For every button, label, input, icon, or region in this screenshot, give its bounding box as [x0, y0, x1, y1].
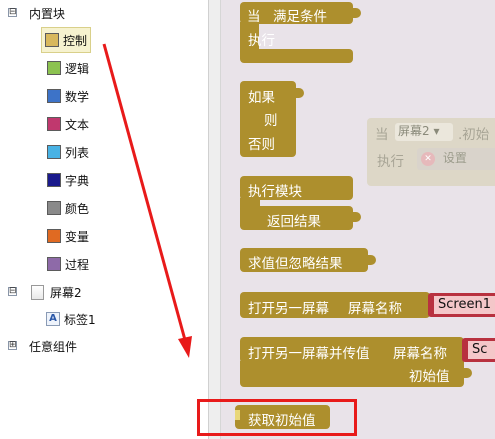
procedures-swatch-icon: [47, 257, 61, 271]
screen-name-text-block[interactable]: Screen1: [428, 293, 495, 317]
math-label: 数学: [65, 89, 90, 104]
label-component-icon: A: [46, 312, 60, 326]
any-component-label: 任意组件: [29, 339, 78, 354]
tree-item-any-component[interactable]: 任意组件: [29, 336, 77, 356]
while-input-tab: [353, 8, 361, 18]
blocks-tree-panel: ⊟ 内置块 控制 逻辑 数学 文本 列表 字典 颜色 变量 过程 ⊟ 屏幕2 A…: [0, 0, 208, 439]
tree-item-logic[interactable]: 逻辑: [47, 58, 89, 78]
tree-item-math[interactable]: 数学: [47, 86, 89, 106]
screen-icon: [31, 284, 44, 300]
ghost-exec-label: 执行: [377, 154, 404, 170]
screen-name-text-block-2[interactable]: Sc: [462, 338, 495, 362]
lists-label: 列表: [65, 145, 90, 160]
procedures-label: 过程: [65, 257, 90, 272]
eval-ignore-label: 求值但忽略结果: [248, 256, 343, 272]
while-condition-label: 满足条件: [273, 9, 327, 25]
ghost-set-label: 设置: [442, 151, 467, 165]
tree-item-colors[interactable]: 颜色: [47, 198, 89, 218]
while-bottom: [240, 49, 353, 63]
screen-name-label-2: 屏幕名称: [393, 346, 447, 362]
logic-label: 逻辑: [65, 61, 90, 76]
dictionary-label: 字典: [65, 173, 90, 188]
while-exec-label: 执行: [248, 33, 275, 49]
dictionary-swatch-icon: [47, 173, 61, 187]
ghost-screen-dropdown[interactable]: 屏幕2 ▾: [395, 123, 453, 141]
colors-label: 颜色: [65, 201, 90, 216]
ghost-event-label: .初始: [458, 127, 490, 143]
screen1-text-value[interactable]: Screen1: [434, 296, 495, 314]
ghost-set-block[interactable]: ✕ 设置: [417, 148, 495, 170]
open-screen-with-value-bottom: 初始值: [240, 361, 464, 387]
builtin-label: 内置块: [29, 6, 66, 21]
sc-text-value[interactable]: Sc: [468, 341, 495, 359]
logic-swatch-icon: [47, 61, 61, 75]
collapse-builtin-toggle[interactable]: ⊟: [8, 8, 17, 17]
control-swatch-icon: [45, 33, 59, 47]
if-label: 如果: [248, 90, 275, 106]
open-screen-with-value-label: 打开另一屏幕并传值: [248, 346, 370, 362]
chevron-down-icon: ▾: [433, 124, 440, 138]
screen-name-label: 屏幕名称: [348, 301, 402, 317]
collapse-screen-toggle[interactable]: ⊟: [8, 287, 17, 296]
tree-item-lists[interactable]: 列表: [47, 142, 89, 162]
do-module-label: 执行模块: [248, 184, 302, 200]
tree-item-variables[interactable]: 变量: [47, 226, 89, 246]
ghost-when-label: 当: [375, 127, 389, 143]
open-screen-with-value-block[interactable]: 打开另一屏幕并传值 屏幕名称: [240, 337, 464, 363]
panel-scrollbar[interactable]: [208, 0, 221, 439]
control-label: 控制: [63, 33, 88, 48]
expand-any-component-toggle[interactable]: ⊞: [8, 341, 17, 350]
else-label: 否则: [248, 137, 275, 153]
return-input-tab: [353, 212, 361, 222]
start-value-input-tab: [464, 368, 472, 378]
text-swatch-icon: [47, 117, 61, 131]
math-swatch-icon: [47, 89, 61, 103]
if-else-block[interactable]: 如果 则 否则: [240, 81, 296, 157]
colors-swatch-icon: [47, 201, 61, 215]
tree-item-label1[interactable]: A 标签1: [46, 309, 96, 329]
disabled-screen-init-block[interactable]: 当 屏幕2 ▾ .初始 执行 ✕ 设置: [367, 118, 495, 186]
do-result-block[interactable]: 执行模块: [240, 176, 353, 200]
variables-label: 变量: [65, 229, 90, 244]
tree-item-procedures[interactable]: 过程: [47, 254, 89, 274]
open-screen-block[interactable]: 打开另一屏幕 屏幕名称: [240, 292, 430, 318]
blocks-workspace[interactable]: 当 屏幕2 ▾ .初始 执行 ✕ 设置 当 满足条件 执行 如果 则 否则 执行…: [221, 0, 495, 439]
error-x-icon: ✕: [421, 151, 435, 166]
label1-label: 标签1: [64, 312, 96, 327]
return-label: 返回结果: [267, 214, 321, 230]
then-label: 则: [264, 113, 278, 129]
do-result-bottom: 返回结果: [240, 206, 353, 230]
tree-item-dictionary[interactable]: 字典: [47, 170, 89, 190]
tree-item-text[interactable]: 文本: [47, 114, 89, 134]
tree-item-builtin[interactable]: 内置块: [29, 3, 65, 23]
ghost-dropdown-text: 屏幕2: [398, 124, 430, 138]
eval-ignore-block[interactable]: 求值但忽略结果: [240, 248, 368, 272]
lists-swatch-icon: [47, 145, 61, 159]
tree-item-control[interactable]: 控制: [41, 27, 92, 53]
eval-input-tab: [368, 255, 376, 265]
annotation-highlight-box: [197, 399, 357, 436]
open-screen-label: 打开另一屏幕: [248, 301, 329, 317]
screen2-label: 屏幕2: [50, 285, 82, 300]
start-value-label: 初始值: [409, 369, 450, 385]
text-label: 文本: [65, 117, 90, 132]
variables-swatch-icon: [47, 229, 61, 243]
if-input-tab: [296, 88, 304, 98]
while-loop-block[interactable]: 当 满足条件: [240, 2, 353, 25]
tree-item-screen2[interactable]: 屏幕2: [31, 282, 82, 302]
